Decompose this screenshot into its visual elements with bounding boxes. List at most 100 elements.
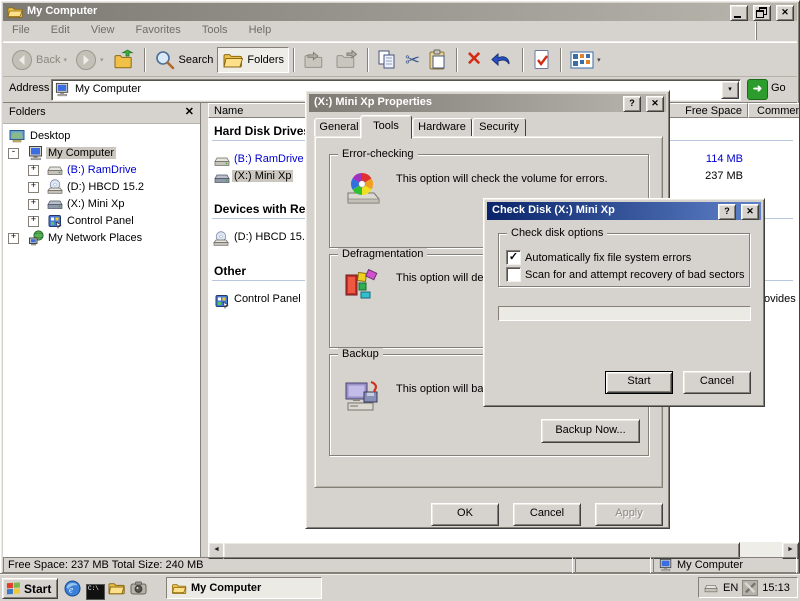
tree-label[interactable]: (B:) RamDrive [65,164,139,176]
tree-item-minixp[interactable]: + (X:) Mini Xp [3,196,200,213]
pane-splitter[interactable] [201,103,208,557]
tree-label[interactable]: (D:) HBCD 15.2 [65,181,146,193]
menu-favorites[interactable]: Favorites [127,21,190,39]
collapse-box[interactable]: - [8,148,19,159]
scan-sectors-checkbox[interactable] [506,267,521,282]
address-label: Address [9,82,49,94]
backup-now-button[interactable]: Backup Now... [541,419,640,443]
back-button[interactable]: Back ▾ [7,47,71,73]
up-button[interactable] [108,47,140,73]
cut-button[interactable]: ✂ [401,47,424,73]
camera-icon[interactable] [130,580,147,596]
command-prompt-icon[interactable]: C:\ [86,581,105,600]
close-button[interactable]: ✕ [646,96,664,112]
ie-icon[interactable]: e [64,580,81,597]
help-button[interactable]: ? [623,96,641,112]
column-header-comment[interactable]: Comment [748,103,799,118]
cancel-button[interactable]: Cancel [683,371,751,394]
tree-label[interactable]: Desktop [28,130,72,142]
views-dropdown-icon[interactable]: ▾ [597,56,601,64]
tab-security[interactable]: Security [472,118,526,138]
tree-label[interactable]: My Network Places [46,232,144,244]
tab-tools[interactable]: Tools [360,115,412,139]
copy-to-button[interactable] [331,47,363,73]
tray-disk-icon[interactable] [703,582,719,594]
views-button[interactable]: ▾ [566,47,605,73]
expand-box[interactable]: + [28,165,39,176]
fix-errors-checkbox[interactable]: ✓ [506,250,521,265]
menu-help[interactable]: Help [240,21,281,39]
folders-panel-close-icon[interactable]: ✕ [185,105,194,118]
file-name[interactable]: (B:) RamDrive [232,153,306,165]
search-button[interactable]: Search [150,47,218,73]
minimize-button[interactable] [730,5,748,21]
folder-quicklaunch-icon[interactable] [108,580,125,596]
column-header-free-space[interactable]: Free Space [666,103,748,118]
scan-sectors-label[interactable]: Scan for and attempt recovery of bad sec… [525,269,745,281]
tree-label[interactable]: (X:) Mini Xp [65,198,126,210]
menu-bar: File Edit View Favorites Tools Help [3,21,797,42]
go-arrow-icon[interactable]: ➜ [747,79,768,100]
window-titlebar[interactable]: My Computer ✕ [3,3,797,21]
tree-label[interactable]: My Computer [46,147,116,159]
tree-item-control-panel[interactable]: + Control Panel [3,213,200,230]
help-button[interactable]: ? [718,204,736,220]
forward-dropdown-icon[interactable]: ▾ [100,56,104,64]
copy-button[interactable] [373,47,401,73]
undo-button[interactable] [486,47,518,73]
tree-item-ramdrive[interactable]: + (B:) RamDrive [3,162,200,179]
tree-item-my-computer[interactable]: - My Computer [3,145,200,162]
fix-errors-label[interactable]: Automatically fix file system errors [525,252,691,264]
tab-general[interactable]: General [314,118,364,138]
tree-item-desktop[interactable]: Desktop [3,128,200,145]
expand-box[interactable]: + [28,182,39,193]
tree-label[interactable]: Control Panel [65,215,136,227]
file-name-selected[interactable]: (X:) Mini Xp [232,170,293,182]
drive-icon [214,154,230,168]
svg-text:e: e [69,585,73,595]
go-label[interactable]: Go [771,82,786,94]
taskbar-task-my-computer[interactable]: My Computer [166,577,322,599]
restore-button[interactable] [753,5,771,21]
properties-check-button[interactable] [528,47,556,73]
forward-button[interactable]: ▾ [71,47,108,73]
tray-clock[interactable]: 15:13 [762,582,790,594]
properties-dialog-titlebar[interactable]: (X:) Mini Xp Properties ? ✕ [309,94,666,112]
my-computer-icon [659,558,673,572]
start-button[interactable]: Start [2,578,58,599]
status-free-space: Free Space: 237 MB Total Size: 240 MB [8,559,203,571]
ok-button[interactable]: OK [431,503,499,526]
menu-tools[interactable]: Tools [193,21,237,39]
apply-button[interactable]: Apply [595,503,663,526]
folders-panel: Folders ✕ Desktop - My Computer + (B:) R… [3,103,201,557]
close-button[interactable]: ✕ [776,5,794,21]
cancel-button[interactable]: Cancel [513,503,581,526]
start-label: Start [24,582,51,596]
expand-box[interactable]: + [28,199,39,210]
file-name[interactable]: Control Panel [232,293,303,305]
window-folder-icon [7,4,23,20]
menu-file[interactable]: File [3,21,39,39]
delete-button[interactable]: ✕ [462,47,486,73]
check-disk-titlebar[interactable]: Check Disk (X:) Mini Xp ? ✕ [487,202,761,220]
close-button[interactable]: ✕ [741,204,759,220]
start-button[interactable]: Start [605,371,673,394]
expand-box[interactable]: + [8,233,19,244]
tray-language-indicator[interactable]: EN [723,582,738,594]
tray-tools-icon[interactable] [742,580,758,596]
paste-button[interactable] [424,47,452,73]
file-name[interactable]: (D:) HBCD 15.2 [232,231,313,243]
expand-box[interactable]: + [28,216,39,227]
move-to-button[interactable] [299,47,331,73]
tree-item-network-places[interactable]: + My Network Places [3,230,200,247]
back-dropdown-icon[interactable]: ▾ [63,56,67,64]
menu-edit[interactable]: Edit [42,21,79,39]
folders-button[interactable]: Folders [217,47,289,73]
tree-item-hbcd[interactable]: + (D:) HBCD 15.2 [3,179,200,196]
horizontal-scrollbar[interactable]: ◄ ► [208,542,799,557]
menu-view[interactable]: View [82,21,124,39]
check-disk-title: Check Disk (X:) Mini Xp [492,204,615,216]
tab-hardware[interactable]: Hardware [412,118,472,138]
toolbar-separator [144,48,146,72]
address-dropdown-button[interactable]: ▾ [721,81,739,99]
